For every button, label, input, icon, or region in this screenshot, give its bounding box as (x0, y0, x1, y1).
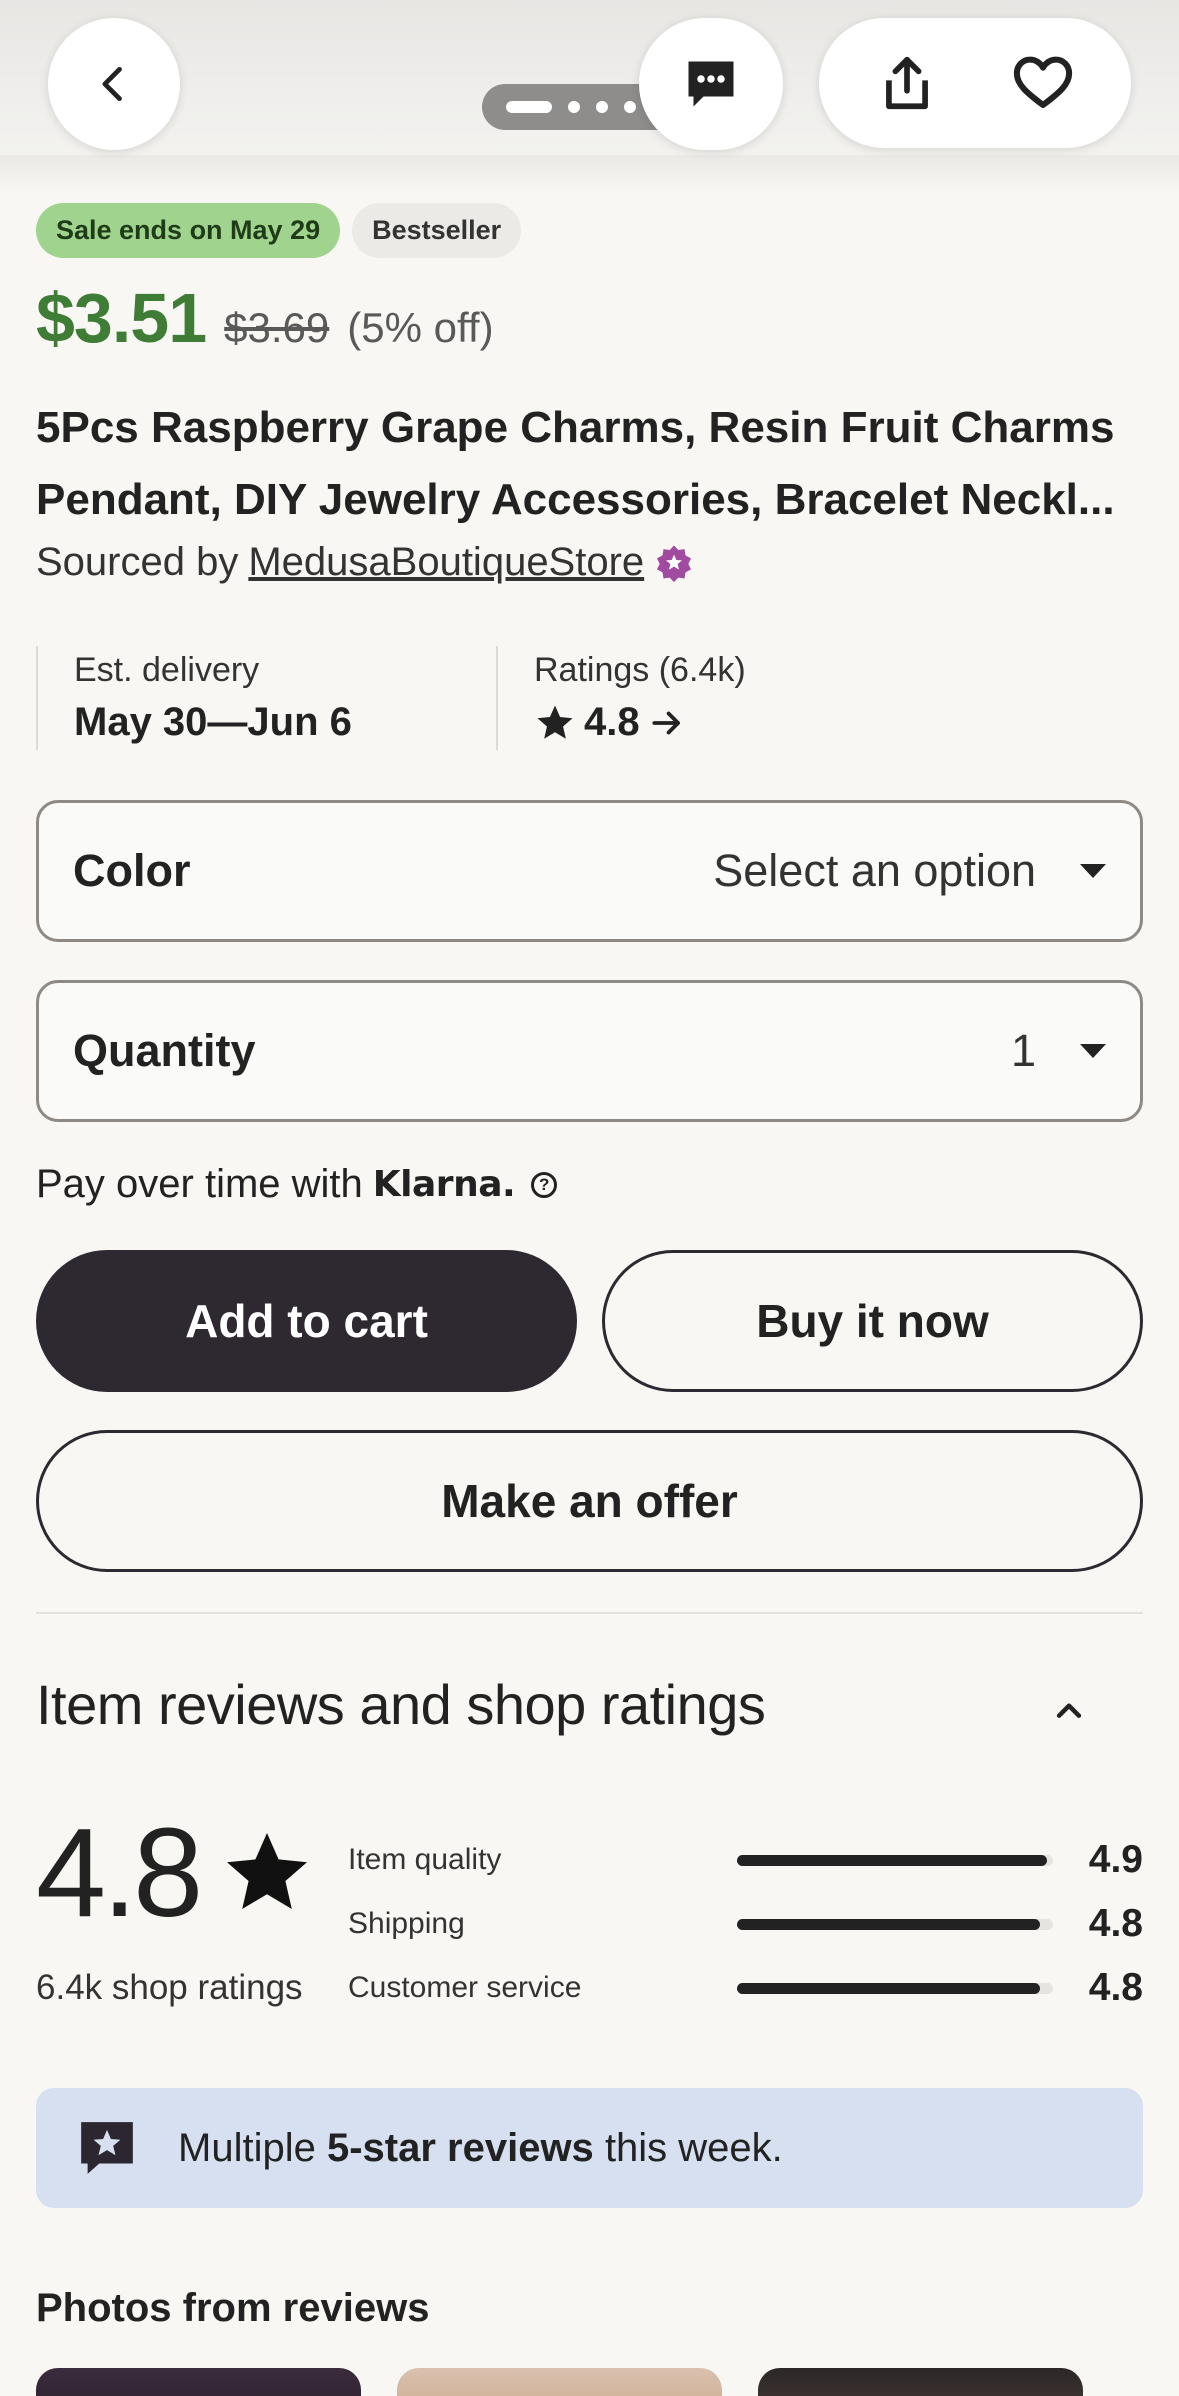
klarna-text: Pay over time with (36, 1162, 363, 1206)
current-price: $3.51 (36, 279, 207, 357)
section-divider (36, 1612, 1143, 1614)
metric-shipping: Shipping 4.8 (348, 1892, 1143, 1956)
delivery-value: May 30—Jun 6 (74, 700, 352, 744)
bestseller-badge: Bestseller (352, 203, 522, 258)
carousel-dot (596, 101, 608, 113)
message-dots-icon (688, 61, 734, 107)
color-select[interactable]: Color Select an option (36, 800, 1143, 942)
share-icon (886, 56, 928, 110)
notice-suffix: this week. (604, 2125, 783, 2170)
carousel-dot (568, 101, 580, 113)
chevron-up-icon[interactable] (1052, 1693, 1086, 1727)
metric-bar (737, 1918, 1054, 1930)
review-star-bubble-icon (81, 2122, 133, 2174)
star-icon (227, 1833, 308, 1909)
make-offer-button[interactable]: Make an offer (36, 1430, 1143, 1572)
metric-bar (737, 1854, 1054, 1866)
notice-bold: 5-star reviews (326, 2125, 594, 2170)
shop-name-link[interactable]: MedusaBoutiqueStore (248, 540, 644, 585)
review-photos-row (36, 2368, 1083, 2396)
ratings-value-row[interactable]: 4.8 (534, 700, 1096, 745)
color-select-value: Select an option (713, 845, 1036, 896)
share-button[interactable] (857, 33, 957, 133)
metric-bar (737, 1982, 1054, 1994)
share-favorite-group (819, 18, 1131, 148)
ratings-value: 4.8 (584, 700, 640, 744)
sale-badge: Sale ends on May 29 (36, 203, 341, 258)
review-photo[interactable] (36, 2368, 361, 2396)
overall-rating: 4.8 (36, 1810, 315, 1936)
ratings-info[interactable]: Ratings (6.4k) 4.8 (496, 646, 1096, 750)
metric-customer-service: Customer service 4.8 (348, 1956, 1143, 2020)
photos-from-reviews-title: Photos from reviews (36, 2286, 430, 2330)
delivery-info: Est. delivery May 30—Jun 6 (36, 646, 496, 750)
overall-rating-value: 4.8 (36, 1802, 203, 1943)
favorite-button[interactable] (993, 33, 1093, 133)
discount-label: (5% off) (347, 304, 494, 351)
metric-value: 4.8 (1088, 1966, 1143, 2009)
notice-prefix: Multiple (178, 2125, 316, 2170)
metric-fill (737, 1854, 1047, 1866)
rating-metrics: Item quality 4.9 Shipping 4.8 Customer s… (348, 1828, 1143, 2020)
heart-outline-icon (1013, 56, 1073, 109)
sourced-by-label: Sourced by (36, 540, 239, 584)
caret-down-icon (1080, 864, 1106, 878)
metric-value: 4.9 (1088, 1838, 1143, 1881)
quantity-select-value: 1 (1010, 1025, 1036, 1076)
star-seller-badge-icon (657, 545, 692, 582)
metric-fill (737, 1918, 1041, 1930)
sourced-by-row: Sourced by MedusaBoutiqueStore (36, 540, 694, 585)
help-circle-icon[interactable]: ? (531, 1171, 558, 1198)
original-price: $3.69 (224, 304, 330, 351)
product-page: Sale ends on May 29 Bestseller $3.51 $3.… (0, 0, 1179, 2396)
delivery-label: Est. delivery (74, 651, 260, 689)
metric-label: Shipping (348, 1907, 465, 1940)
product-title: 5Pcs Raspberry Grape Charms, Resin Fruit… (36, 403, 1115, 524)
metric-item-quality: Item quality 4.9 (348, 1828, 1143, 1892)
back-button[interactable] (48, 18, 180, 150)
color-select-label: Color (73, 845, 191, 896)
metric-value: 4.8 (1088, 1902, 1143, 1945)
klarna-logo: Klarna. (372, 1164, 516, 1205)
caret-down-icon (1080, 1044, 1106, 1058)
five-star-notice: Multiple 5-star reviews this week. (36, 2088, 1143, 2208)
buy-it-now-button[interactable]: Buy it now (602, 1250, 1143, 1392)
chevron-left-icon (102, 66, 122, 102)
ratings-label: Ratings (6.4k) (534, 651, 746, 689)
metric-label: Item quality (348, 1843, 502, 1876)
metric-fill (737, 1982, 1041, 1994)
klarna-row: Pay over time with Klarna. ? (36, 1162, 558, 1207)
notice-text: Multiple 5-star reviews this week. (178, 2126, 783, 2171)
arrow-right-icon (652, 711, 680, 734)
review-photo[interactable] (758, 2368, 1083, 2396)
carousel-dot (624, 101, 636, 113)
badge-row: Sale ends on May 29 Bestseller (36, 203, 522, 258)
reviews-section-title[interactable]: Item reviews and shop ratings (36, 1672, 766, 1737)
add-to-cart-button[interactable]: Add to cart (36, 1250, 577, 1392)
review-photo[interactable] (397, 2368, 722, 2396)
carousel-dot (506, 101, 552, 113)
star-icon (537, 705, 573, 739)
quantity-select[interactable]: Quantity 1 (36, 980, 1143, 1122)
delivery-ratings-row: Est. delivery May 30—Jun 6 Ratings (6.4k… (36, 646, 1143, 750)
price-row: $3.51 $3.69 (5% off) (36, 278, 494, 358)
message-seller-button[interactable] (639, 18, 783, 150)
metric-label: Customer service (348, 1971, 582, 2004)
quantity-select-label: Quantity (73, 1025, 256, 1076)
shop-ratings-count: 6.4k shop ratings (36, 1968, 303, 2007)
